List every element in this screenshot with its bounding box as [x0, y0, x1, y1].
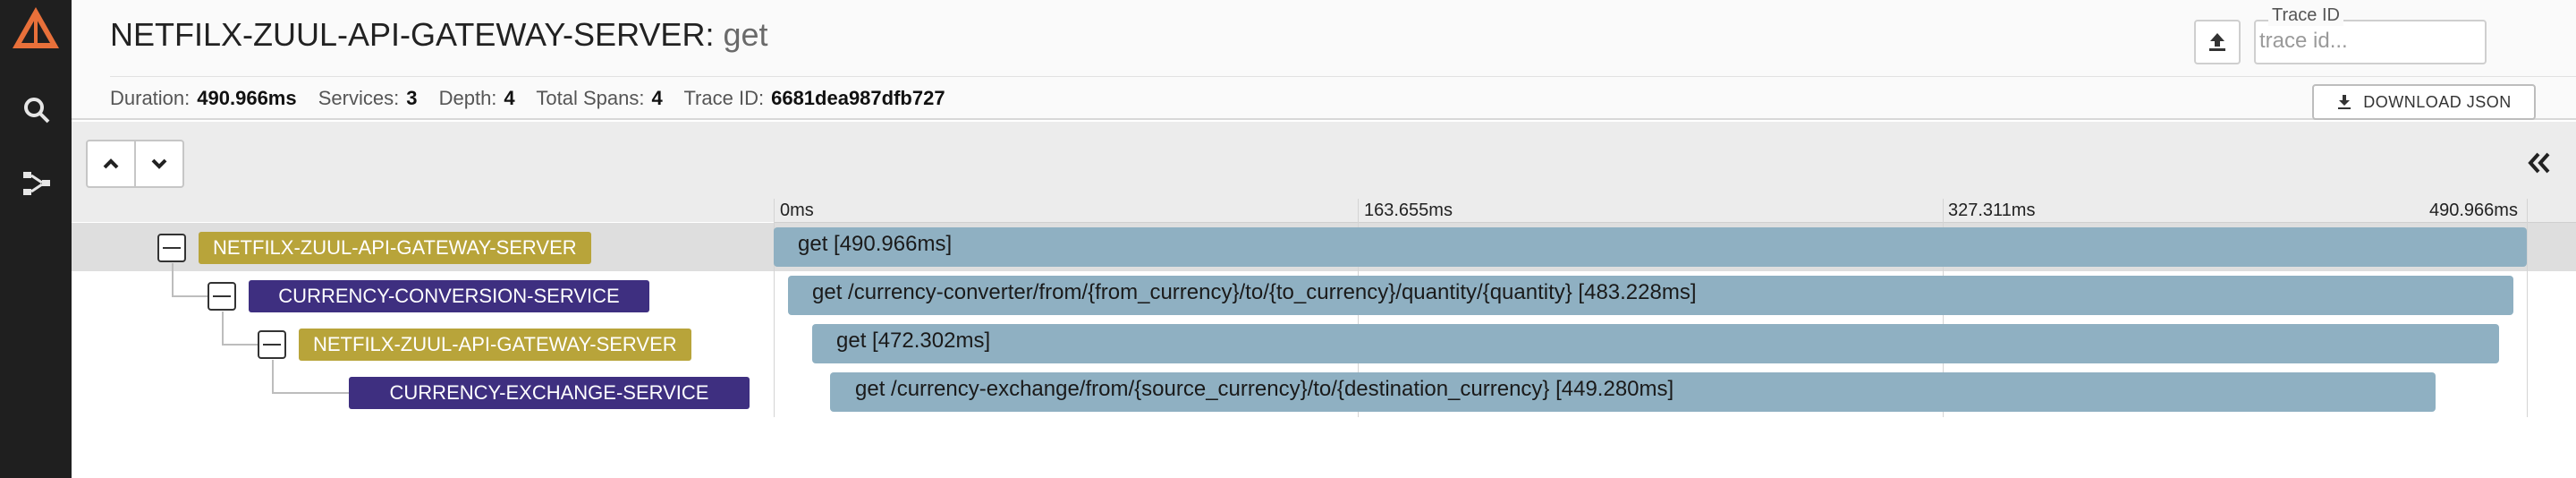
title-service: NETFILX-ZUUL-API-GATEWAY-SERVER: [110, 16, 706, 53]
span-bar-label: get /currency-converter/from/{from_curre…: [812, 280, 1697, 304]
tick-label: 0ms: [780, 201, 814, 220]
trace-id-label: Trace ID:: [683, 87, 765, 109]
title-operation: get: [723, 16, 768, 53]
tick-label: 327.311ms: [1948, 201, 2036, 220]
span-bar[interactable]: [774, 227, 2527, 267]
span-service-label[interactable]: NETFILX-ZUUL-API-GATEWAY-SERVER: [199, 232, 591, 264]
tree-connector: [272, 392, 349, 394]
dependencies-icon[interactable]: [21, 168, 52, 199]
span-bar-label: get [472.302ms]: [836, 329, 991, 353]
tree-connector: [172, 263, 174, 295]
total-spans-value: 4: [651, 87, 663, 109]
duration-value: 490.966ms: [197, 87, 297, 109]
span-bar[interactable]: [812, 324, 2499, 363]
header-divider: [110, 76, 2576, 77]
search-icon[interactable]: [21, 95, 52, 125]
page-title: NETFILX-ZUUL-API-GATEWAY-SERVER: get: [110, 16, 768, 54]
span-collapse-toggle[interactable]: [258, 330, 286, 359]
span-collapse-toggle[interactable]: [157, 234, 186, 262]
total-spans-label: Total Spans:: [536, 87, 645, 109]
trace-id-legend: Trace ID: [2268, 5, 2343, 26]
span-service-label[interactable]: NETFILX-ZUUL-API-GATEWAY-SERVER: [299, 329, 691, 361]
download-icon: [2338, 95, 2351, 109]
download-json-label: DOWNLOAD JSON: [2363, 92, 2512, 111]
span-bar-label: get [490.966ms]: [798, 232, 953, 256]
span-collapse-toggle[interactable]: [208, 282, 236, 311]
depth-value: 4: [504, 87, 515, 109]
services-label: Services:: [318, 87, 400, 109]
depth-label: Depth:: [438, 87, 497, 109]
span-service-label[interactable]: CURRENCY-CONVERSION-SERVICE: [249, 280, 649, 312]
tree-connector: [172, 295, 208, 297]
span-bar-label: get /currency-exchange/from/{source_curr…: [855, 377, 1674, 401]
logo-icon[interactable]: [9, 4, 63, 57]
tick-label: 490.966ms: [2429, 201, 2518, 220]
trace-summary: Duration: 490.966ms Services: 3 Depth: 4 To…: [110, 87, 962, 110]
span-service-label[interactable]: CURRENCY-EXCHANGE-SERVICE: [349, 377, 750, 409]
title-separator: :: [705, 16, 715, 53]
download-json-button[interactable]: DOWNLOAD JSON: [2312, 84, 2536, 120]
upload-icon: [2209, 33, 2225, 51]
sidebar: [0, 0, 72, 478]
tick-label: 163.655ms: [1364, 201, 1453, 220]
timeline-ruler: [774, 222, 2576, 223]
trace-id-value: 6681dea987dfb727: [771, 87, 945, 109]
expand-down-button[interactable]: [134, 140, 184, 188]
services-value: 3: [406, 87, 418, 109]
upload-button[interactable]: [2194, 20, 2241, 64]
trace-id-input[interactable]: [2258, 25, 2481, 57]
chevron-up-icon: [103, 158, 119, 169]
expand-up-button[interactable]: [86, 140, 136, 188]
collapse-panel-icon[interactable]: [2522, 147, 2555, 179]
tree-connector: [272, 360, 274, 394]
tick-line: [2527, 199, 2528, 417]
span-toolbar: [72, 122, 2576, 222]
tree-connector: [222, 312, 224, 344]
duration-label: Duration:: [110, 87, 191, 109]
tree-connector: [222, 344, 258, 346]
chevron-down-icon: [151, 158, 167, 169]
